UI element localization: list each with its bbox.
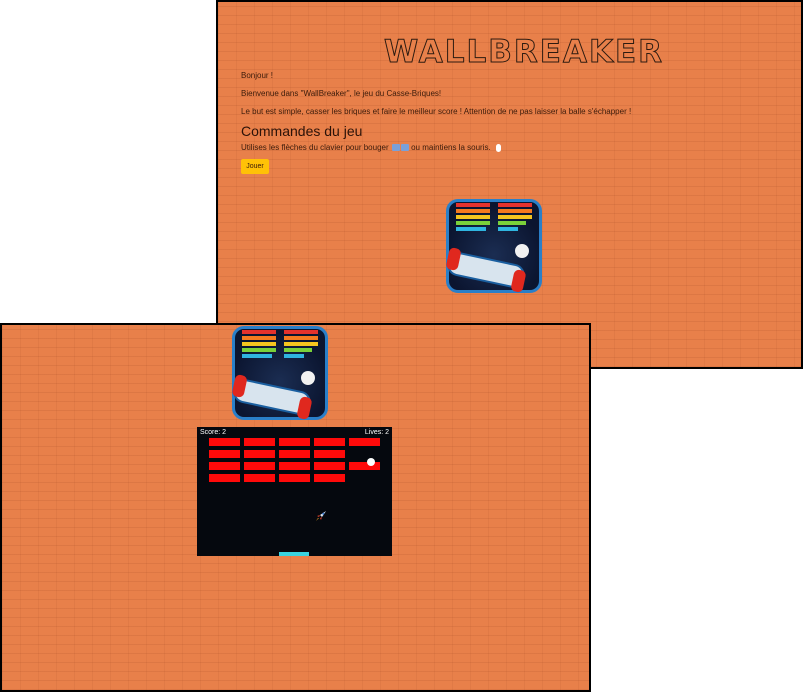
wallbreaker-logo: WALLBREAKER — [383, 34, 665, 71]
brick — [349, 462, 380, 470]
brick — [244, 474, 275, 482]
controls-text: Utilises les flèches du clavier pour bou… — [241, 143, 501, 152]
breakout-app-icon — [232, 326, 328, 420]
brick — [244, 462, 275, 470]
brick — [209, 450, 240, 458]
game-canvas[interactable]: Score: 2 Lives: 2 — [197, 427, 392, 556]
goal-text: Le but est simple, casser les briques et… — [241, 107, 632, 116]
score-label: Score: 2 — [200, 429, 227, 436]
brick — [349, 438, 380, 446]
lives-label: Lives: 2 — [364, 429, 389, 436]
left-arrow-key-icon — [391, 144, 400, 152]
brick — [314, 438, 345, 446]
welcome-text: Bienvenue dans "WallBreaker", le jeu du … — [241, 89, 442, 98]
brick — [314, 450, 345, 458]
right-arrow-key-icon — [400, 144, 409, 152]
brick — [244, 438, 275, 446]
rocket-icon — [314, 509, 328, 523]
mouse-icon — [495, 143, 501, 152]
controls-heading: Commandes du jeu — [241, 123, 363, 139]
play-button[interactable]: Jouer — [241, 159, 269, 174]
brick — [209, 474, 240, 482]
brick — [279, 450, 310, 458]
ball — [367, 458, 375, 466]
brick — [209, 438, 240, 446]
breakout-app-icon — [446, 199, 542, 293]
brick — [314, 474, 345, 482]
brick — [279, 438, 310, 446]
controls-text-after: ou maintiens la souris. — [411, 143, 491, 152]
brick — [279, 474, 310, 482]
brick — [209, 462, 240, 470]
paddle[interactable] — [279, 552, 309, 556]
greeting-text: Bonjour ! — [241, 71, 274, 80]
brick — [244, 450, 275, 458]
brick — [314, 462, 345, 470]
controls-text-before: Utilises les flèches du clavier pour bou… — [241, 143, 389, 152]
brick — [279, 462, 310, 470]
